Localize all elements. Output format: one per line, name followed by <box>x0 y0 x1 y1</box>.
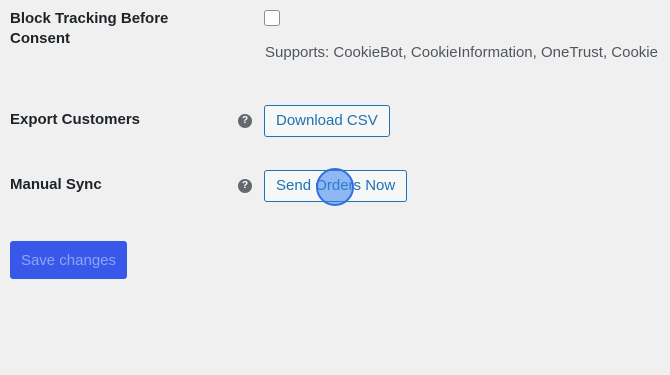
supports-description: Supports: CookieBot, CookieInformation, … <box>265 44 658 61</box>
save-changes-button[interactable]: Save changes <box>10 241 127 279</box>
send-orders-now-button[interactable]: Send Orders Now <box>264 170 408 202</box>
help-icon[interactable]: ? <box>238 114 252 128</box>
manual-sync-label: Manual Sync <box>10 176 102 193</box>
help-icon[interactable]: ? <box>238 179 252 193</box>
block-tracking-checkbox[interactable] <box>264 10 280 26</box>
export-customers-label: Export Customers <box>10 111 141 128</box>
download-csv-button[interactable]: Download CSV <box>264 105 390 137</box>
block-tracking-label: Block Tracking Before Consent <box>10 10 169 47</box>
